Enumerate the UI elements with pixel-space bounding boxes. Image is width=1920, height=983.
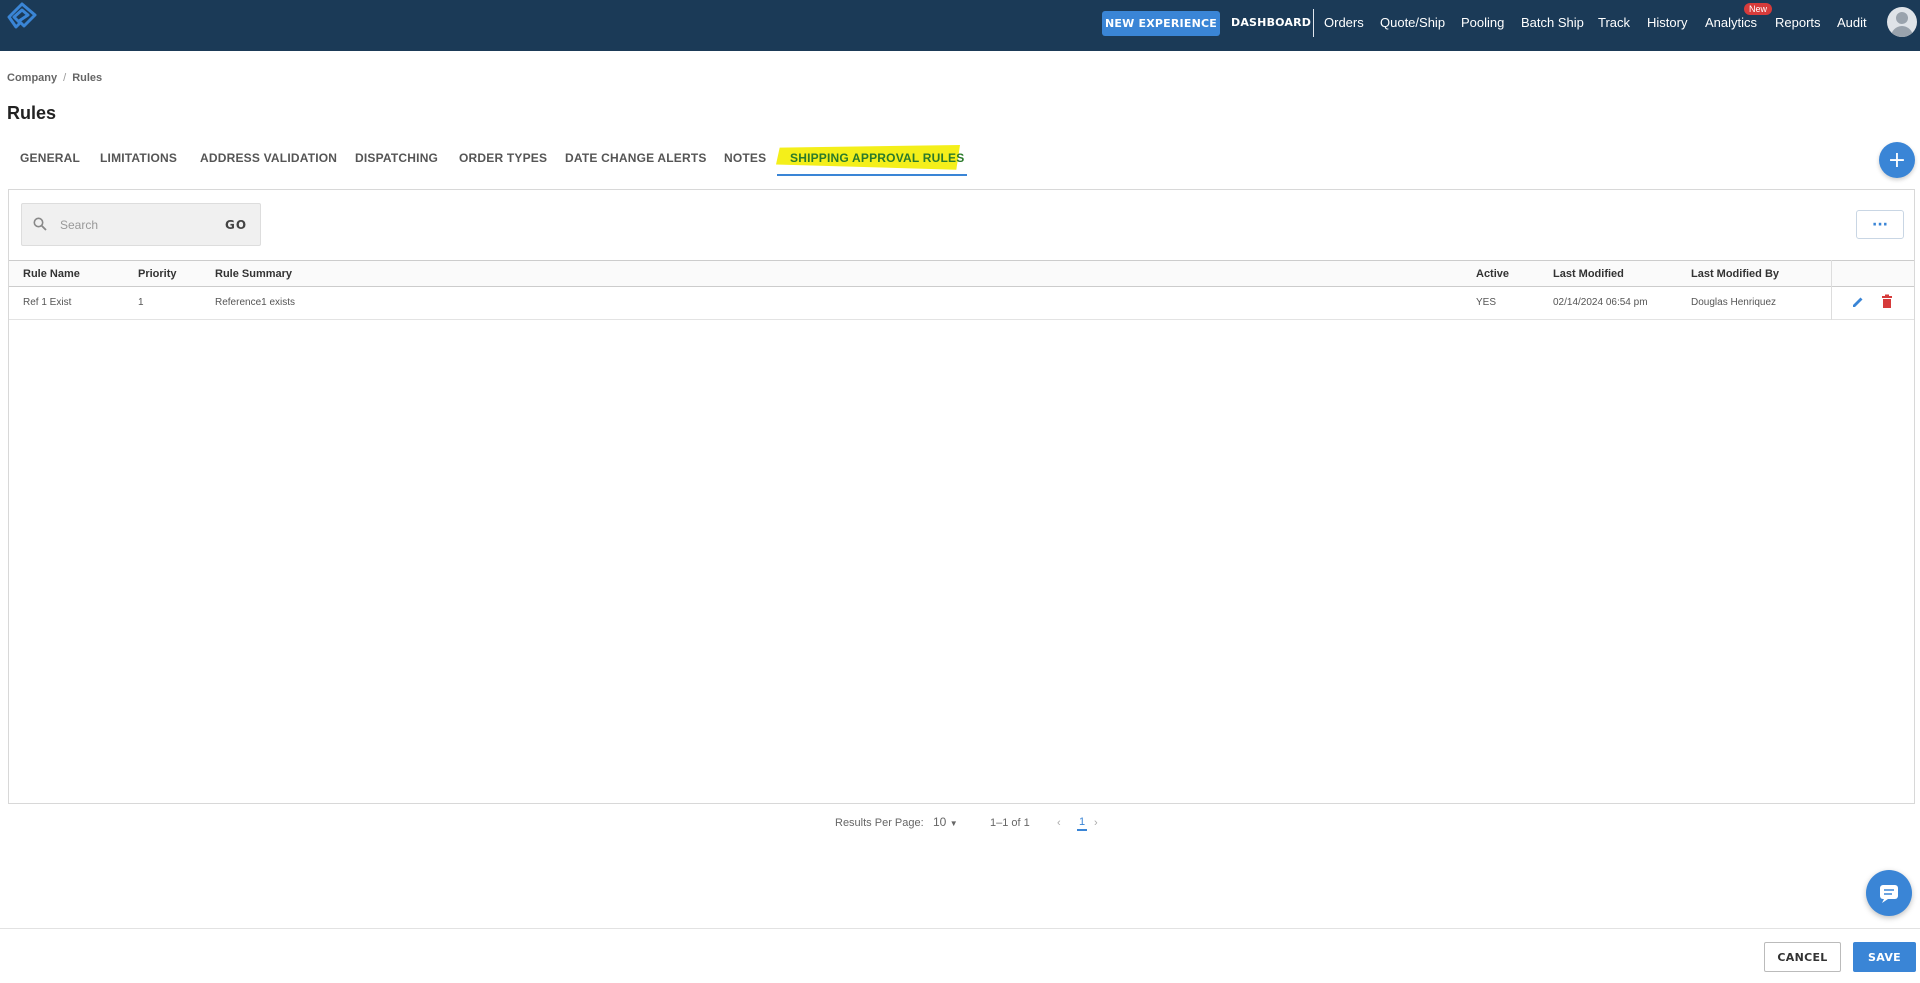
active-tab-indicator: [777, 174, 967, 176]
results-per-page-select[interactable]: 10 ▼: [933, 815, 958, 829]
col-active[interactable]: Active: [1476, 268, 1509, 280]
company-logo-icon[interactable]: [6, 2, 38, 32]
search-icon: [33, 217, 47, 231]
footer-bar: CANCEL SAVE: [0, 928, 1920, 983]
cell-rule-summary: Reference1 exists: [215, 297, 296, 308]
search-go-button[interactable]: GO: [225, 218, 247, 232]
nav-divider: [1313, 9, 1314, 37]
next-page-icon[interactable]: ›: [1094, 817, 1098, 829]
col-last-modified-by[interactable]: Last Modified By: [1691, 268, 1779, 280]
nav-audit[interactable]: Audit: [1837, 15, 1867, 30]
save-button[interactable]: SAVE: [1853, 942, 1916, 972]
breadcrumb: Company / Rules: [7, 72, 102, 84]
tab-order-types[interactable]: ORDER TYPES: [459, 151, 547, 165]
nav-reports[interactable]: Reports: [1775, 15, 1821, 30]
tab-general[interactable]: GENERAL: [20, 151, 80, 165]
breadcrumb-rules: Rules: [72, 72, 103, 84]
new-experience-button[interactable]: NEW EXPERIENCE: [1102, 11, 1220, 36]
delete-icon[interactable]: [1881, 294, 1893, 309]
search-input[interactable]: Search: [60, 218, 98, 232]
cell-last-modified: 02/14/2024 06:54 pm: [1553, 297, 1648, 308]
cell-last-modified-by: Douglas Henriquez: [1691, 297, 1777, 308]
page-range: 1–1 of 1: [990, 817, 1030, 829]
nav-pooling[interactable]: Pooling: [1461, 15, 1504, 30]
analytics-new-badge: New: [1744, 3, 1773, 15]
col-priority[interactable]: Priority: [138, 268, 177, 280]
tab-date-change-alerts[interactable]: DATE CHANGE ALERTS: [565, 151, 707, 165]
tab-dispatching[interactable]: DISPATCHING: [355, 151, 438, 165]
page-title: Rules: [7, 103, 57, 123]
nav-batch-ship[interactable]: Batch Ship: [1521, 15, 1584, 30]
user-avatar-icon[interactable]: [1887, 7, 1917, 37]
nav-orders[interactable]: Orders: [1324, 15, 1364, 30]
results-per-page-label: Results Per Page:: [835, 817, 924, 829]
chat-icon: [1880, 885, 1898, 903]
cell-active: YES: [1476, 297, 1497, 308]
per-page-value: 10: [933, 815, 947, 829]
table-header: Rule Name Priority Rule Summary Active L…: [9, 260, 1914, 287]
more-options-button[interactable]: ···: [1856, 210, 1904, 239]
table-row[interactable]: Ref 1 Exist 1 Reference1 exists YES 02/1…: [9, 287, 1914, 320]
tab-shipping-approval-rules[interactable]: SHIPPING APPROVAL RULES: [790, 151, 964, 165]
search-box[interactable]: Search GO: [21, 203, 261, 246]
dashboard-link[interactable]: DASHBOARD: [1231, 16, 1311, 29]
breadcrumb-separator: /: [63, 72, 67, 84]
top-navigation-bar: NEW EXPERIENCE DASHBOARD Orders Quote/Sh…: [0, 0, 1920, 51]
nav-track[interactable]: Track: [1598, 15, 1630, 30]
tab-notes[interactable]: NOTES: [724, 151, 766, 165]
nav-history[interactable]: History: [1647, 15, 1687, 30]
col-rule-name[interactable]: Rule Name: [23, 268, 80, 280]
prev-page-icon[interactable]: ‹: [1057, 817, 1061, 829]
actions-column-divider: [1831, 260, 1832, 320]
nav-quote-ship[interactable]: Quote/Ship: [1380, 15, 1445, 30]
cancel-button[interactable]: CANCEL: [1764, 942, 1841, 972]
cell-priority: 1: [138, 297, 144, 308]
page-1-link[interactable]: 1: [1077, 816, 1088, 831]
edit-icon[interactable]: [1851, 295, 1865, 309]
tab-address-validation[interactable]: ADDRESS VALIDATION: [200, 151, 337, 165]
breadcrumb-company[interactable]: Company: [7, 72, 57, 84]
cell-rule-name: Ref 1 Exist: [23, 297, 72, 308]
chat-button[interactable]: [1866, 870, 1912, 916]
tab-limitations[interactable]: LIMITATIONS: [100, 151, 177, 165]
nav-analytics[interactable]: Analytics: [1705, 15, 1757, 30]
rules-table-panel: Search GO ··· Rule Name Priority Rule Su…: [8, 189, 1915, 804]
chevron-down-icon: ▼: [949, 819, 958, 828]
col-rule-summary[interactable]: Rule Summary: [215, 268, 292, 280]
add-rule-button[interactable]: +: [1879, 142, 1915, 178]
col-last-modified[interactable]: Last Modified: [1553, 268, 1624, 280]
